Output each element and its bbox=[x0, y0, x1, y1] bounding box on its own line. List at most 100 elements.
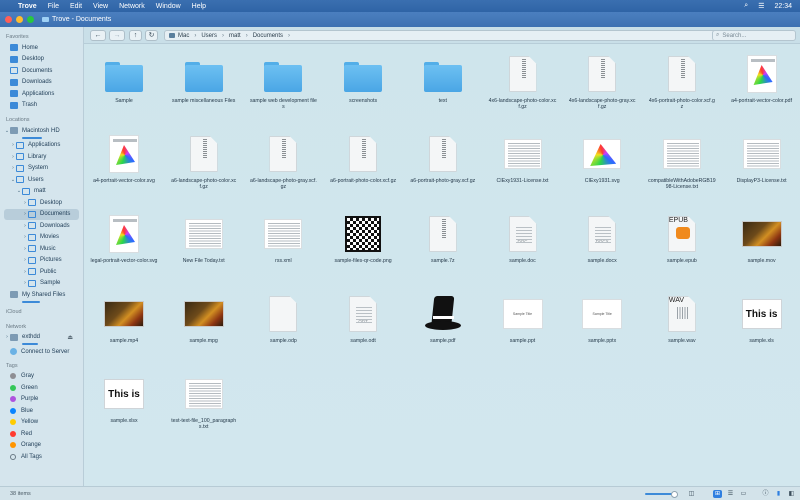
menu-app-name[interactable]: Trove bbox=[18, 3, 37, 10]
sidebar-tag-orange[interactable]: Orange bbox=[0, 440, 83, 452]
close-window-button[interactable] bbox=[5, 16, 12, 23]
file-item[interactable]: sample.mov bbox=[722, 206, 800, 286]
file-item[interactable]: 4x6-portrait-photo-color.xcf.gz bbox=[642, 46, 722, 126]
file-item[interactable]: CIExy1931-License.txt bbox=[483, 126, 563, 206]
file-item[interactable]: a6-landscape-photo-color.xcf.gz bbox=[164, 126, 244, 206]
file-item[interactable]: text bbox=[403, 46, 483, 126]
file-item[interactable]: DOC sample.doc bbox=[483, 206, 563, 286]
file-item[interactable]: a4-portrait-vector-color.pdf bbox=[722, 46, 800, 126]
menu-network[interactable]: Network bbox=[119, 3, 145, 10]
sidebar-item-downloads-folder[interactable]: › Downloads bbox=[0, 220, 83, 232]
file-item[interactable]: sample web development files bbox=[243, 46, 323, 126]
file-item[interactable]: This is sample.xlsx bbox=[84, 366, 164, 446]
path-segment-documents[interactable]: Documents bbox=[253, 33, 283, 39]
file-item[interactable]: Sample bbox=[84, 46, 164, 126]
file-item[interactable]: sample.odp bbox=[243, 286, 323, 366]
path-bar[interactable]: Mac › Users › matt › Documents › bbox=[164, 30, 784, 41]
sidebar-item-matt[interactable]: ⌄ matt bbox=[0, 186, 83, 198]
sidebar-item-system[interactable]: › System bbox=[0, 163, 83, 175]
menu-edit[interactable]: Edit bbox=[70, 3, 82, 10]
file-item[interactable]: sample.mp4 bbox=[84, 286, 164, 366]
file-item[interactable]: compatibleWithAdobeRGB1998-License.txt bbox=[642, 126, 722, 206]
file-item[interactable]: a6-landscape-photo-gray.xcf.gz bbox=[243, 126, 323, 206]
sidebar-item-applications[interactable]: Applications bbox=[0, 88, 83, 100]
file-item[interactable]: a6-portrait-photo-color.xcf.gz bbox=[323, 126, 403, 206]
file-item[interactable]: 4x6-landscape-photo-color.xcf.gz bbox=[483, 46, 563, 126]
sidebar-tag-yellow[interactable]: Yellow bbox=[0, 417, 83, 429]
file-item[interactable]: a4-portrait-vector-color.svg bbox=[84, 126, 164, 206]
file-item[interactable]: This is sample.xls bbox=[722, 286, 800, 366]
sidebar-tag-purple[interactable]: Purple bbox=[0, 394, 83, 406]
file-item[interactable]: EPUB sample.epub bbox=[642, 206, 722, 286]
sidebar-item-applications-folder[interactable]: › Applications bbox=[0, 140, 83, 152]
path-segment-mac[interactable]: Mac bbox=[178, 33, 189, 39]
view-options-icon[interactable]: ◫ bbox=[687, 490, 696, 498]
sidebar-item-documents[interactable]: Documents bbox=[0, 65, 83, 77]
sidebar-item-library[interactable]: › Library bbox=[0, 151, 83, 163]
sidebar-toggle-icon[interactable]: ◧ bbox=[787, 490, 796, 498]
back-button[interactable]: ← bbox=[90, 30, 106, 41]
sidebar-item-users[interactable]: ⌄ Users bbox=[0, 174, 83, 186]
menu-file[interactable]: File bbox=[48, 3, 59, 10]
sidebar-item-public[interactable]: › Public bbox=[0, 266, 83, 278]
spotlight-search-icon[interactable]: ⌕ bbox=[744, 2, 748, 10]
file-item[interactable]: Sample Title sample.ppt bbox=[483, 286, 563, 366]
bookmark-icon[interactable]: ▮ bbox=[774, 490, 783, 498]
file-item[interactable]: ODT sample.odt bbox=[323, 286, 403, 366]
file-item[interactable]: legal-portrait-vector-color.svg bbox=[84, 206, 164, 286]
sidebar-item-exthdd[interactable]: › exthdd ⏏ bbox=[0, 332, 83, 344]
sidebar-tag-gray[interactable]: Gray bbox=[0, 371, 83, 383]
file-item[interactable]: sample miscellaneous Files bbox=[164, 46, 244, 126]
sidebar-item-pictures[interactable]: › Pictures bbox=[0, 255, 83, 267]
file-item[interactable]: DisplayP3-License.txt bbox=[722, 126, 800, 206]
refresh-button[interactable]: ↻ bbox=[145, 30, 158, 41]
sidebar-item-downloads[interactable]: Downloads bbox=[0, 77, 83, 89]
file-item[interactable]: test-text-file_100_paragraphs.txt bbox=[164, 366, 244, 446]
eject-icon[interactable]: ⏏ bbox=[67, 334, 73, 341]
file-item[interactable]: 4x6-landscape-photo-gray.xcf.gz bbox=[562, 46, 642, 126]
file-item[interactable]: DOCX sample.docx bbox=[562, 206, 642, 286]
file-item[interactable]: rss.xml bbox=[243, 206, 323, 286]
sidebar-tag-blue[interactable]: Blue bbox=[0, 405, 83, 417]
forward-button[interactable]: → bbox=[109, 30, 125, 41]
file-item[interactable]: sample.7z bbox=[403, 206, 483, 286]
sidebar-item-movies[interactable]: › Movies bbox=[0, 232, 83, 244]
search-field[interactable]: ⌕ Search... bbox=[712, 30, 796, 41]
file-item[interactable]: Sample Title sample.pptx bbox=[562, 286, 642, 366]
sidebar-item-trash[interactable]: Trash bbox=[0, 100, 83, 112]
file-item[interactable]: a6-portrait-photo-gray.xcf.gz bbox=[403, 126, 483, 206]
sidebar-item-macintosh-hd[interactable]: ⌄ Macintosh HD bbox=[0, 125, 83, 137]
sidebar-item-documents-folder[interactable]: › Documents bbox=[4, 208, 79, 220]
sidebar-item-home[interactable]: Home bbox=[0, 42, 83, 54]
sidebar-item-my-shared-files[interactable]: My Shared Files bbox=[0, 289, 83, 301]
sidebar-tag-red[interactable]: Red bbox=[0, 428, 83, 440]
sidebar-item-sample[interactable]: › Sample bbox=[0, 278, 83, 290]
sidebar-item-desktop[interactable]: Desktop bbox=[0, 54, 83, 66]
info-icon[interactable]: ⓘ bbox=[761, 490, 770, 498]
path-segment-matt[interactable]: matt bbox=[229, 33, 241, 39]
menu-window[interactable]: Window bbox=[156, 3, 181, 10]
minimize-window-button[interactable] bbox=[16, 16, 23, 23]
sidebar-tag-green[interactable]: Green bbox=[0, 382, 83, 394]
icon-size-slider[interactable] bbox=[645, 491, 678, 498]
enclosing-folder-button[interactable]: ↑ bbox=[129, 30, 142, 41]
file-item[interactable]: New File Today.txt bbox=[164, 206, 244, 286]
zoom-window-button[interactable] bbox=[27, 16, 34, 23]
icon-view-button[interactable]: ⊞ bbox=[713, 490, 722, 498]
gallery-view-button[interactable]: ▭ bbox=[739, 490, 748, 498]
sidebar-item-desktop-folder[interactable]: › Desktop bbox=[0, 197, 83, 209]
file-item[interactable]: screenshots bbox=[323, 46, 403, 126]
file-item[interactable]: sample.mpg bbox=[164, 286, 244, 366]
file-item[interactable]: sample-files-qr-code.png bbox=[323, 206, 403, 286]
file-item[interactable]: WAV sample.wav bbox=[642, 286, 722, 366]
sidebar-item-music[interactable]: › Music bbox=[0, 243, 83, 255]
menu-clock[interactable]: 22:34 bbox=[774, 3, 792, 10]
path-segment-users[interactable]: Users bbox=[201, 33, 217, 39]
file-item[interactable]: sample.pdf bbox=[403, 286, 483, 366]
menu-help[interactable]: Help bbox=[192, 3, 206, 10]
menu-view[interactable]: View bbox=[93, 3, 108, 10]
list-view-button[interactable]: ☰ bbox=[726, 490, 735, 498]
sidebar-item-connect-to-server[interactable]: Connect to Server bbox=[0, 346, 83, 358]
file-item[interactable]: CIExy1931.svg bbox=[562, 126, 642, 206]
control-center-icon[interactable]: ☰ bbox=[758, 2, 764, 10]
